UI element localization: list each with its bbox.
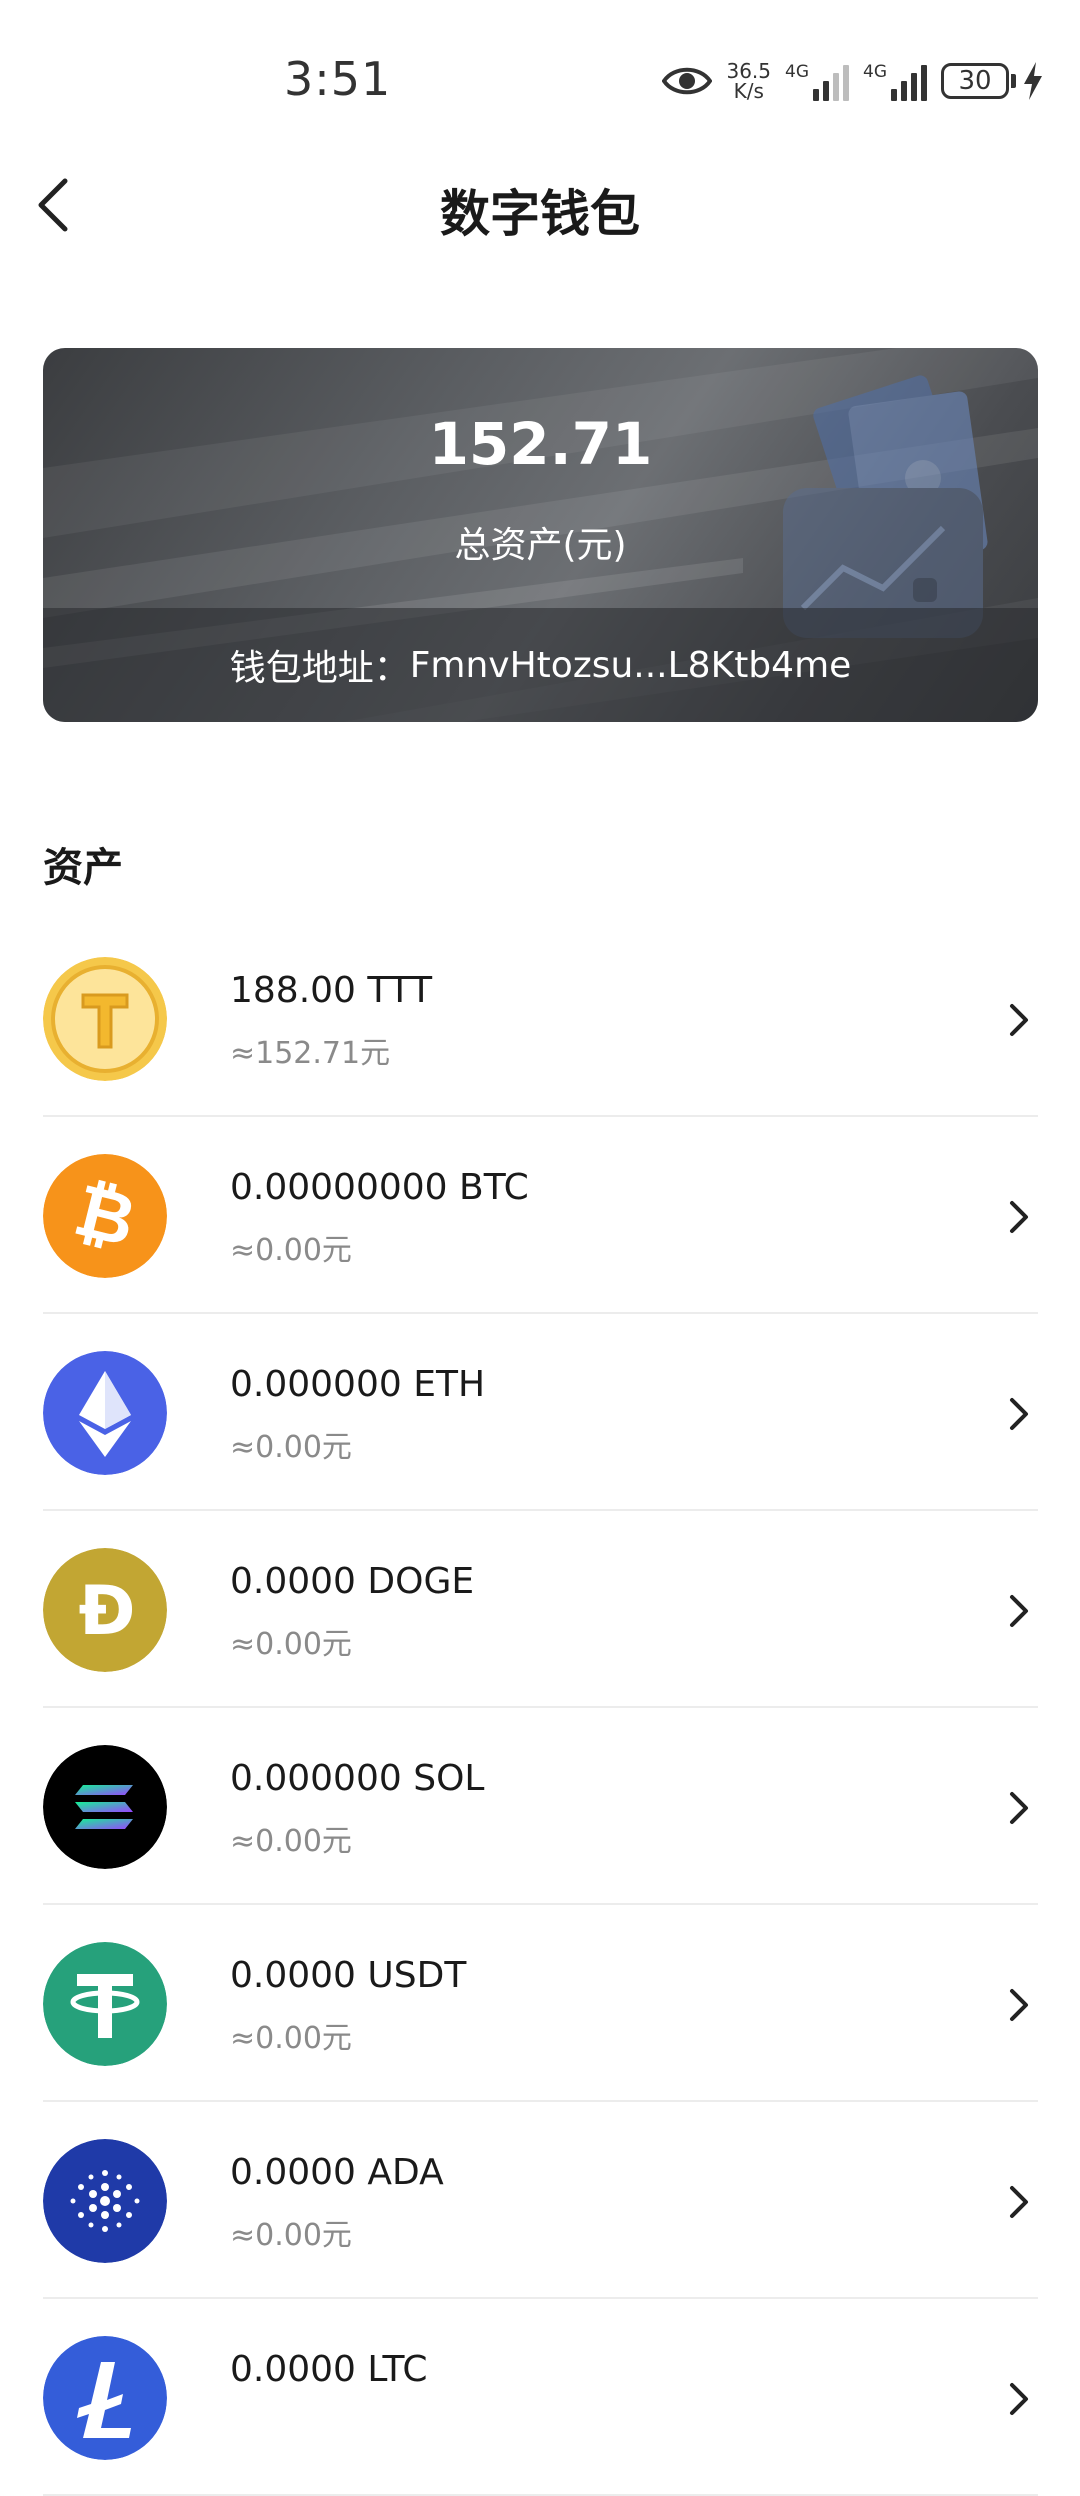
wallet-card[interactable]: 152.71 总资产(元) 钱包地址： FmnvHtozsu...L8Ktb4m…: [43, 348, 1038, 722]
asset-item-ltc[interactable]: 0.0000 LTC: [43, 2299, 1038, 2496]
asset-value: ≈0.00元: [230, 1627, 352, 1662]
asset-list: 188.00 TTT ≈152.71元 ₿ 0.00000000 BTC ≈0.…: [43, 920, 1038, 2496]
btc-coin-icon: ₿: [43, 1154, 167, 1278]
signal-type-label: 4G: [863, 62, 887, 82]
status-bar: 3:51 36.5 K/s 4G 4G 30: [0, 0, 1080, 160]
asset-amount: 0.00000000 BTC: [230, 1167, 529, 1208]
asset-item-sol[interactable]: 0.000000 SOL ≈0.00元: [43, 1708, 1038, 1905]
signal-type-label: 4G: [785, 62, 809, 82]
chevron-right-icon: [1010, 2383, 1028, 2415]
chevron-right-icon: [1010, 2186, 1028, 2218]
ttt-coin-icon: [43, 957, 167, 1081]
asset-item-usdt[interactable]: 0.0000 USDT ≈0.00元: [43, 1905, 1038, 2102]
svg-text:Đ: Đ: [79, 1572, 136, 1651]
asset-value: ≈0.00元: [230, 1233, 352, 1268]
asset-item-ttt[interactable]: 188.00 TTT ≈152.71元: [43, 920, 1038, 1117]
total-assets-label: 总资产(元): [454, 525, 627, 566]
assets-section-title: 资产: [43, 845, 123, 891]
asset-amount: 0.0000 DOGE: [230, 1561, 475, 1602]
chevron-right-icon: [1010, 1792, 1028, 1824]
wallet-address-label: 钱包地址：: [229, 648, 410, 689]
battery-level: 30: [941, 63, 1009, 99]
chevron-right-icon: [1010, 1989, 1028, 2021]
ada-coin-icon: [43, 2139, 167, 2263]
signal-icon: 4G: [785, 61, 849, 101]
asset-amount: 0.0000 LTC: [230, 2349, 428, 2390]
doge-coin-icon: Đ: [43, 1548, 167, 1672]
asset-item-doge[interactable]: Đ 0.0000 DOGE ≈0.00元: [43, 1511, 1038, 1708]
asset-value: ≈152.71元: [230, 1036, 391, 1071]
eth-coin-icon: [43, 1351, 167, 1475]
battery-icon: 30: [941, 62, 1044, 100]
chevron-right-icon: [1010, 1004, 1028, 1036]
sol-coin-icon: [43, 1745, 167, 1869]
asset-value: ≈0.00元: [230, 2218, 352, 2253]
status-time: 3:51: [284, 52, 392, 106]
asset-item-btc[interactable]: ₿ 0.00000000 BTC ≈0.00元: [43, 1117, 1038, 1314]
asset-value: ≈0.00元: [230, 1430, 352, 1465]
usdt-coin-icon: [43, 1942, 167, 2066]
eye-icon: [662, 67, 713, 95]
net-speed-value: 36.5: [726, 59, 771, 83]
status-icons: 36.5 K/s 4G 4G 30: [662, 56, 1044, 106]
chevron-right-icon: [1010, 1398, 1028, 1430]
ltc-coin-icon: [43, 2336, 167, 2460]
page-title: 数字钱包: [440, 185, 640, 243]
nav-bar: 数字钱包: [0, 160, 1080, 250]
total-assets-value: 152.71: [428, 410, 653, 478]
net-speed-unit: K/s: [733, 79, 764, 103]
asset-item-ada[interactable]: 0.0000 ADA ≈0.00元: [43, 2102, 1038, 2299]
asset-amount: 0.0000 ADA: [230, 2152, 444, 2193]
asset-amount: 0.0000 USDT: [230, 1955, 467, 1996]
asset-value: ≈0.00元: [230, 1824, 352, 1859]
asset-amount: 188.00 TTT: [230, 970, 433, 1011]
charging-bolt-icon: [1024, 62, 1042, 100]
chevron-right-icon: [1010, 1201, 1028, 1233]
asset-value: ≈0.00元: [230, 2021, 352, 2056]
asset-amount: 0.000000 ETH: [230, 1364, 486, 1405]
wallet-address-row[interactable]: 钱包地址： FmnvHtozsu...L8Ktb4me: [43, 608, 1038, 722]
net-speed: 36.5 K/s: [726, 61, 771, 101]
wallet-address: FmnvHtozsu...L8Ktb4me: [409, 644, 852, 686]
signal-icon: 4G: [863, 61, 927, 101]
asset-amount: 0.000000 SOL: [230, 1758, 485, 1799]
asset-item-eth[interactable]: 0.000000 ETH ≈0.00元: [43, 1314, 1038, 1511]
chevron-right-icon: [1010, 1595, 1028, 1627]
